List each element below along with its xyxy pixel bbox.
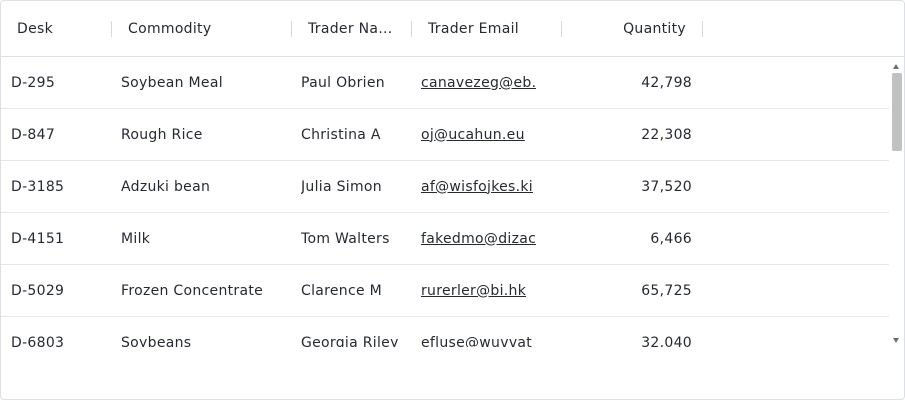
cell-desk-text: D-5029: [11, 282, 65, 299]
grid-body: D-295 Soybean Meal Paul Obrien canavezeg…: [1, 57, 889, 347]
cell-quantity[interactable]: 65,725: [561, 265, 692, 316]
cell-quantity[interactable]: 32,040: [561, 317, 692, 348]
cell-commodity[interactable]: Adzuki bean: [121, 161, 281, 212]
cell-trader-email[interactable]: af@wisfojkes.ki: [421, 161, 551, 212]
cell-desk[interactable]: D-4151: [11, 213, 111, 264]
cell-trader-name[interactable]: Tom Walters: [301, 213, 401, 264]
table-row[interactable]: D-847 Rough Rice Christina A oj@ucahun.e…: [1, 109, 889, 161]
cell-desk[interactable]: D-295: [11, 57, 111, 108]
cell-quantity-text: 22,308: [641, 126, 692, 143]
column-header-trader-email-label: Trader Email: [428, 20, 519, 37]
cell-desk[interactable]: D-847: [11, 109, 111, 160]
cell-desk-text: D-3185: [11, 178, 65, 195]
cell-trader-email[interactable]: efluse@wuvvat: [421, 317, 551, 348]
table-row[interactable]: D-6803 Soybeans Georgia Riley efluse@wuv…: [1, 317, 889, 348]
cell-trader-name-text: Georgia Riley: [301, 334, 399, 348]
data-grid: Desk Commodity Trader Name Trader Email …: [0, 0, 905, 400]
cell-desk[interactable]: D-5029: [11, 265, 111, 316]
cell-desk-text: D-6803: [11, 334, 65, 348]
table-row[interactable]: D-295 Soybean Meal Paul Obrien canavezeg…: [1, 57, 889, 109]
column-header-desk[interactable]: Desk: [17, 1, 109, 56]
cell-trader-email[interactable]: rurerler@bi.hk: [421, 265, 551, 316]
cell-quantity[interactable]: 22,308: [561, 109, 692, 160]
table-row[interactable]: D-5029 Frozen Concentrate Clarence M rur…: [1, 265, 889, 317]
column-resize-handle[interactable]: [111, 21, 112, 37]
table-row[interactable]: D-3185 Adzuki bean Julia Simon af@wisfoj…: [1, 161, 889, 213]
trader-email-link[interactable]: af@wisfojkes.ki: [421, 179, 533, 195]
column-header-commodity-label: Commodity: [128, 20, 212, 37]
column-resize-handle[interactable]: [561, 21, 562, 37]
cell-desk-text: D-847: [11, 126, 56, 143]
vertical-scrollbar[interactable]: [889, 57, 904, 347]
cell-quantity-text: 42,798: [641, 74, 692, 91]
column-resize-handle[interactable]: [291, 21, 292, 37]
cell-trader-name-text: Tom Walters: [301, 230, 390, 247]
scrollbar-thumb[interactable]: [892, 73, 902, 151]
cell-quantity-text: 32,040: [641, 334, 692, 348]
column-header-desk-label: Desk: [17, 20, 53, 37]
cell-desk[interactable]: D-6803: [11, 317, 111, 348]
cell-trader-email[interactable]: canavezeg@eb.: [421, 57, 551, 108]
cell-quantity[interactable]: 6,466: [561, 213, 692, 264]
column-header-quantity[interactable]: Quantity: [571, 1, 686, 56]
trader-email-link[interactable]: rurerler@bi.hk: [421, 283, 526, 299]
cell-commodity[interactable]: Frozen Concentrate: [121, 265, 281, 316]
cell-quantity[interactable]: 37,520: [561, 161, 692, 212]
cell-commodity-text: Soybeans: [121, 334, 192, 348]
column-header-quantity-label: Quantity: [623, 20, 686, 37]
cell-commodity[interactable]: Soybeans: [121, 317, 281, 348]
cell-commodity[interactable]: Soybean Meal: [121, 57, 281, 108]
cell-quantity-text: 65,725: [641, 282, 692, 299]
cell-trader-name[interactable]: Paul Obrien: [301, 57, 401, 108]
cell-commodity-text: Milk: [121, 230, 151, 247]
table-row[interactable]: D-4151 Milk Tom Walters fakedmo@dizac 6,…: [1, 213, 889, 265]
cell-commodity-text: Frozen Concentrate: [121, 282, 264, 299]
column-header-trader-name[interactable]: Trader Name: [308, 1, 394, 56]
cell-trader-name-text: Paul Obrien: [301, 74, 385, 91]
cell-trader-name-text: Christina A: [301, 126, 381, 143]
scroll-up-arrow-icon[interactable]: [893, 64, 899, 69]
trader-email-link[interactable]: oj@ucahun.eu: [421, 127, 525, 143]
cell-commodity-text: Adzuki bean: [121, 178, 211, 195]
cell-trader-email[interactable]: oj@ucahun.eu: [421, 109, 551, 160]
cell-trader-name[interactable]: Georgia Riley: [301, 317, 401, 348]
cell-quantity-text: 6,466: [650, 230, 692, 247]
scroll-down-arrow-icon[interactable]: [893, 338, 899, 343]
cell-trader-email[interactable]: fakedmo@dizac: [421, 213, 551, 264]
cell-commodity[interactable]: Rough Rice: [121, 109, 281, 160]
cell-quantity[interactable]: 42,798: [561, 57, 692, 108]
cell-desk[interactable]: D-3185: [11, 161, 111, 212]
cell-trader-name-text: Clarence M: [301, 282, 383, 299]
cell-trader-name[interactable]: Christina A: [301, 109, 401, 160]
cell-commodity-text: Soybean Meal: [121, 74, 223, 91]
cell-trader-name[interactable]: Clarence M: [301, 265, 401, 316]
cell-commodity-text: Rough Rice: [121, 126, 203, 143]
cell-desk-text: D-295: [11, 74, 56, 91]
grid-header: Desk Commodity Trader Name Trader Email …: [1, 1, 904, 57]
column-header-commodity[interactable]: Commodity: [128, 1, 288, 56]
trader-email-link[interactable]: fakedmo@dizac: [421, 231, 536, 247]
column-resize-handle[interactable]: [411, 21, 412, 37]
column-header-trader-email[interactable]: Trader Email: [428, 1, 558, 56]
cell-quantity-text: 37,520: [641, 178, 692, 195]
trader-email-link[interactable]: canavezeg@eb.: [421, 75, 536, 91]
cell-desk-text: D-4151: [11, 230, 65, 247]
cell-commodity[interactable]: Milk: [121, 213, 281, 264]
trader-email-link[interactable]: efluse@wuvvat: [421, 335, 532, 348]
cell-trader-name[interactable]: Julia Simon: [301, 161, 401, 212]
cell-trader-name-text: Julia Simon: [301, 178, 382, 195]
column-resize-handle[interactable]: [702, 21, 703, 37]
column-header-trader-name-label: Trader Name: [308, 20, 394, 37]
